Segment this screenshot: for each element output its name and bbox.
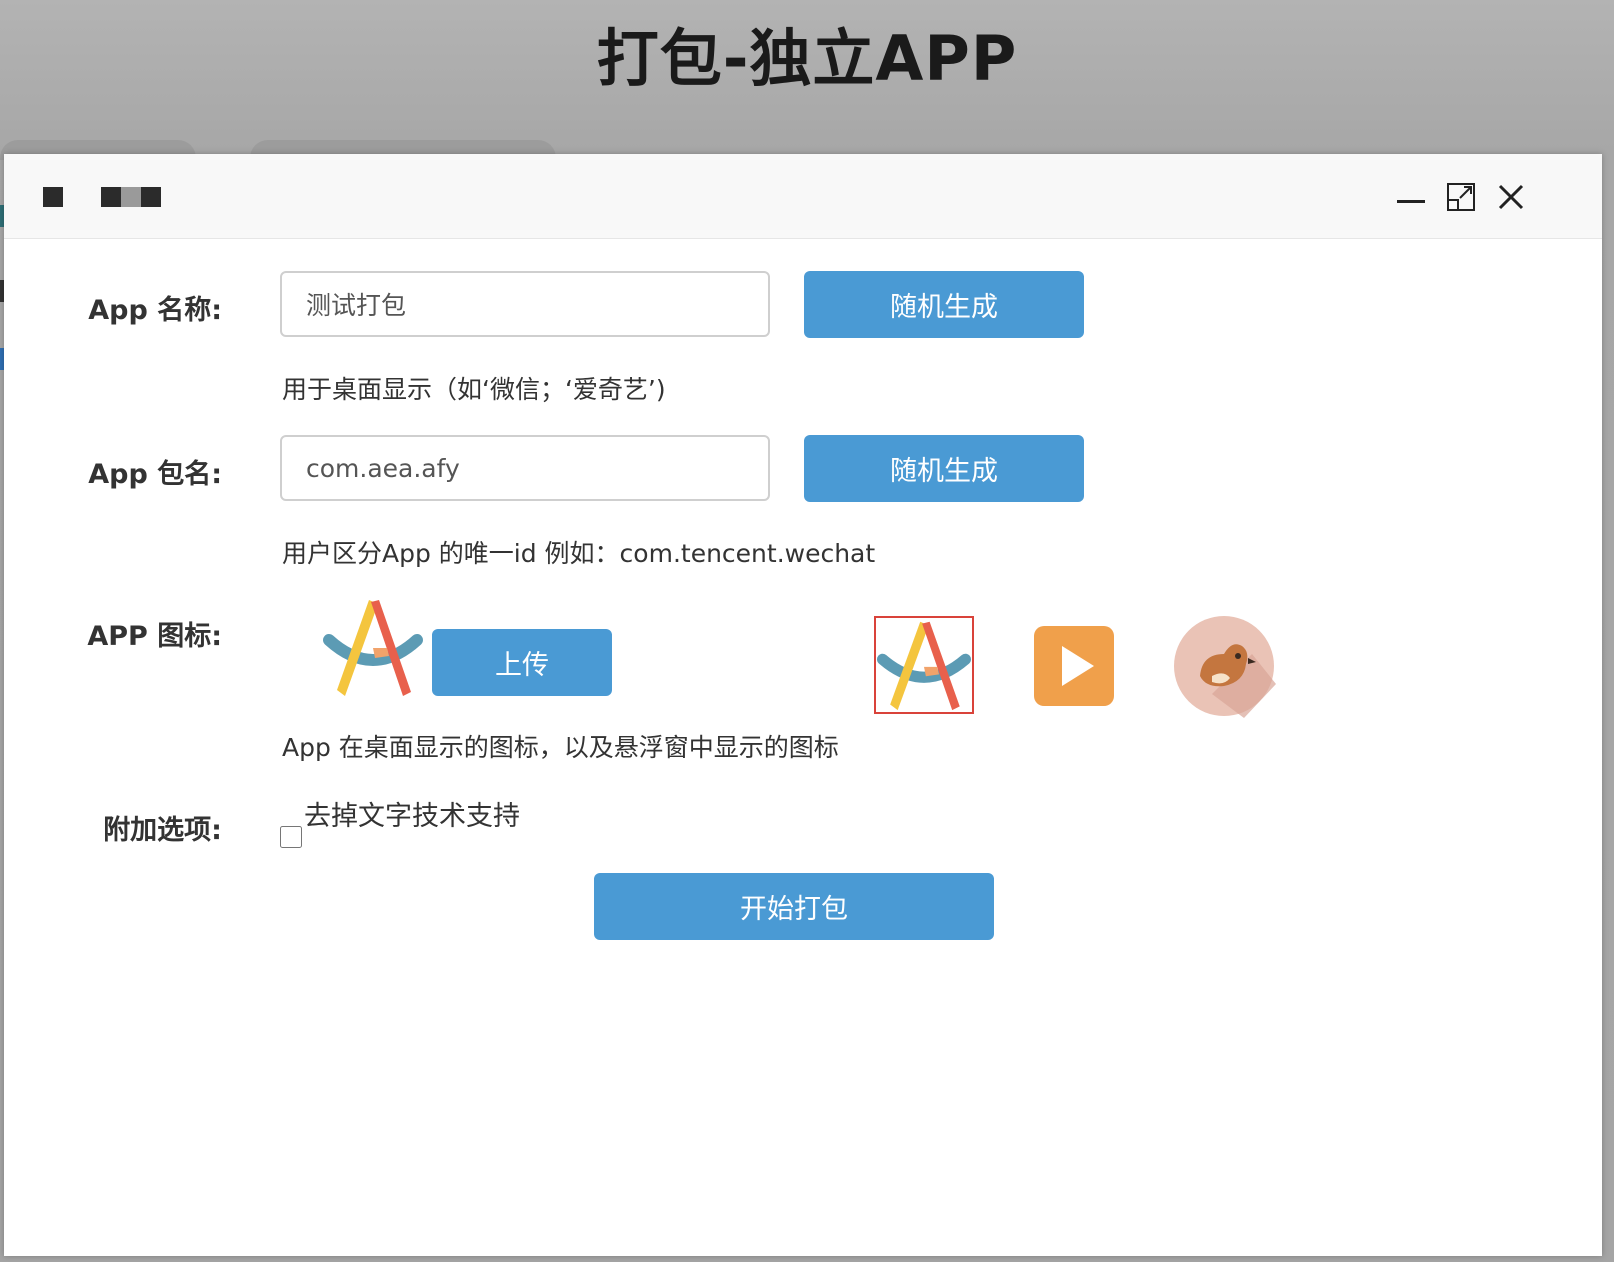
upload-icon-button[interactable]: 上传 — [432, 629, 612, 696]
app-icon-hint: App 在桌面显示的图标，以及悬浮窗中显示的图标 — [282, 733, 839, 762]
remove-tech-support-checkbox[interactable] — [280, 826, 302, 848]
app-icon-label: APP 图标: — [87, 621, 222, 652]
icon-choice-play[interactable] — [1032, 626, 1116, 706]
bird-icon — [1174, 616, 1276, 718]
close-icon[interactable] — [1494, 180, 1528, 214]
app-name-label: App 名称: — [88, 295, 222, 326]
icon-choice-letter-a[interactable] — [874, 616, 974, 714]
play-icon — [1034, 626, 1114, 706]
dialog-header — [4, 154, 1602, 239]
start-package-button[interactable]: 开始打包 — [594, 873, 994, 940]
page-title: 打包-独立APP — [596, 22, 1018, 95]
minimize-icon[interactable] — [1394, 180, 1428, 214]
app-name-hint: 用于桌面显示（如‘微信；‘爱奇艺’) — [282, 375, 666, 404]
package-name-hint: 用户区分App 的唯一id 例如：com.tencent.wechat — [282, 539, 876, 568]
remove-tech-support-label[interactable]: 去掉文字技术支持 — [304, 794, 520, 833]
package-dialog: App 名称: 随机生成 用于桌面显示（如‘微信；‘爱奇艺’) App 包名: … — [4, 154, 1602, 1256]
letter-a-logo-icon — [877, 621, 971, 711]
icon-choice-bird[interactable] — [1172, 614, 1276, 718]
options-label: 附加选项: — [103, 815, 222, 846]
random-package-name-button[interactable]: 随机生成 — [804, 435, 1084, 502]
app-name-input[interactable] — [280, 271, 770, 337]
package-name-input[interactable] — [280, 435, 770, 501]
random-app-name-button[interactable]: 随机生成 — [804, 271, 1084, 338]
maximize-icon[interactable] — [1444, 180, 1478, 214]
letter-a-logo-icon — [318, 598, 428, 698]
package-name-label: App 包名: — [88, 459, 222, 490]
